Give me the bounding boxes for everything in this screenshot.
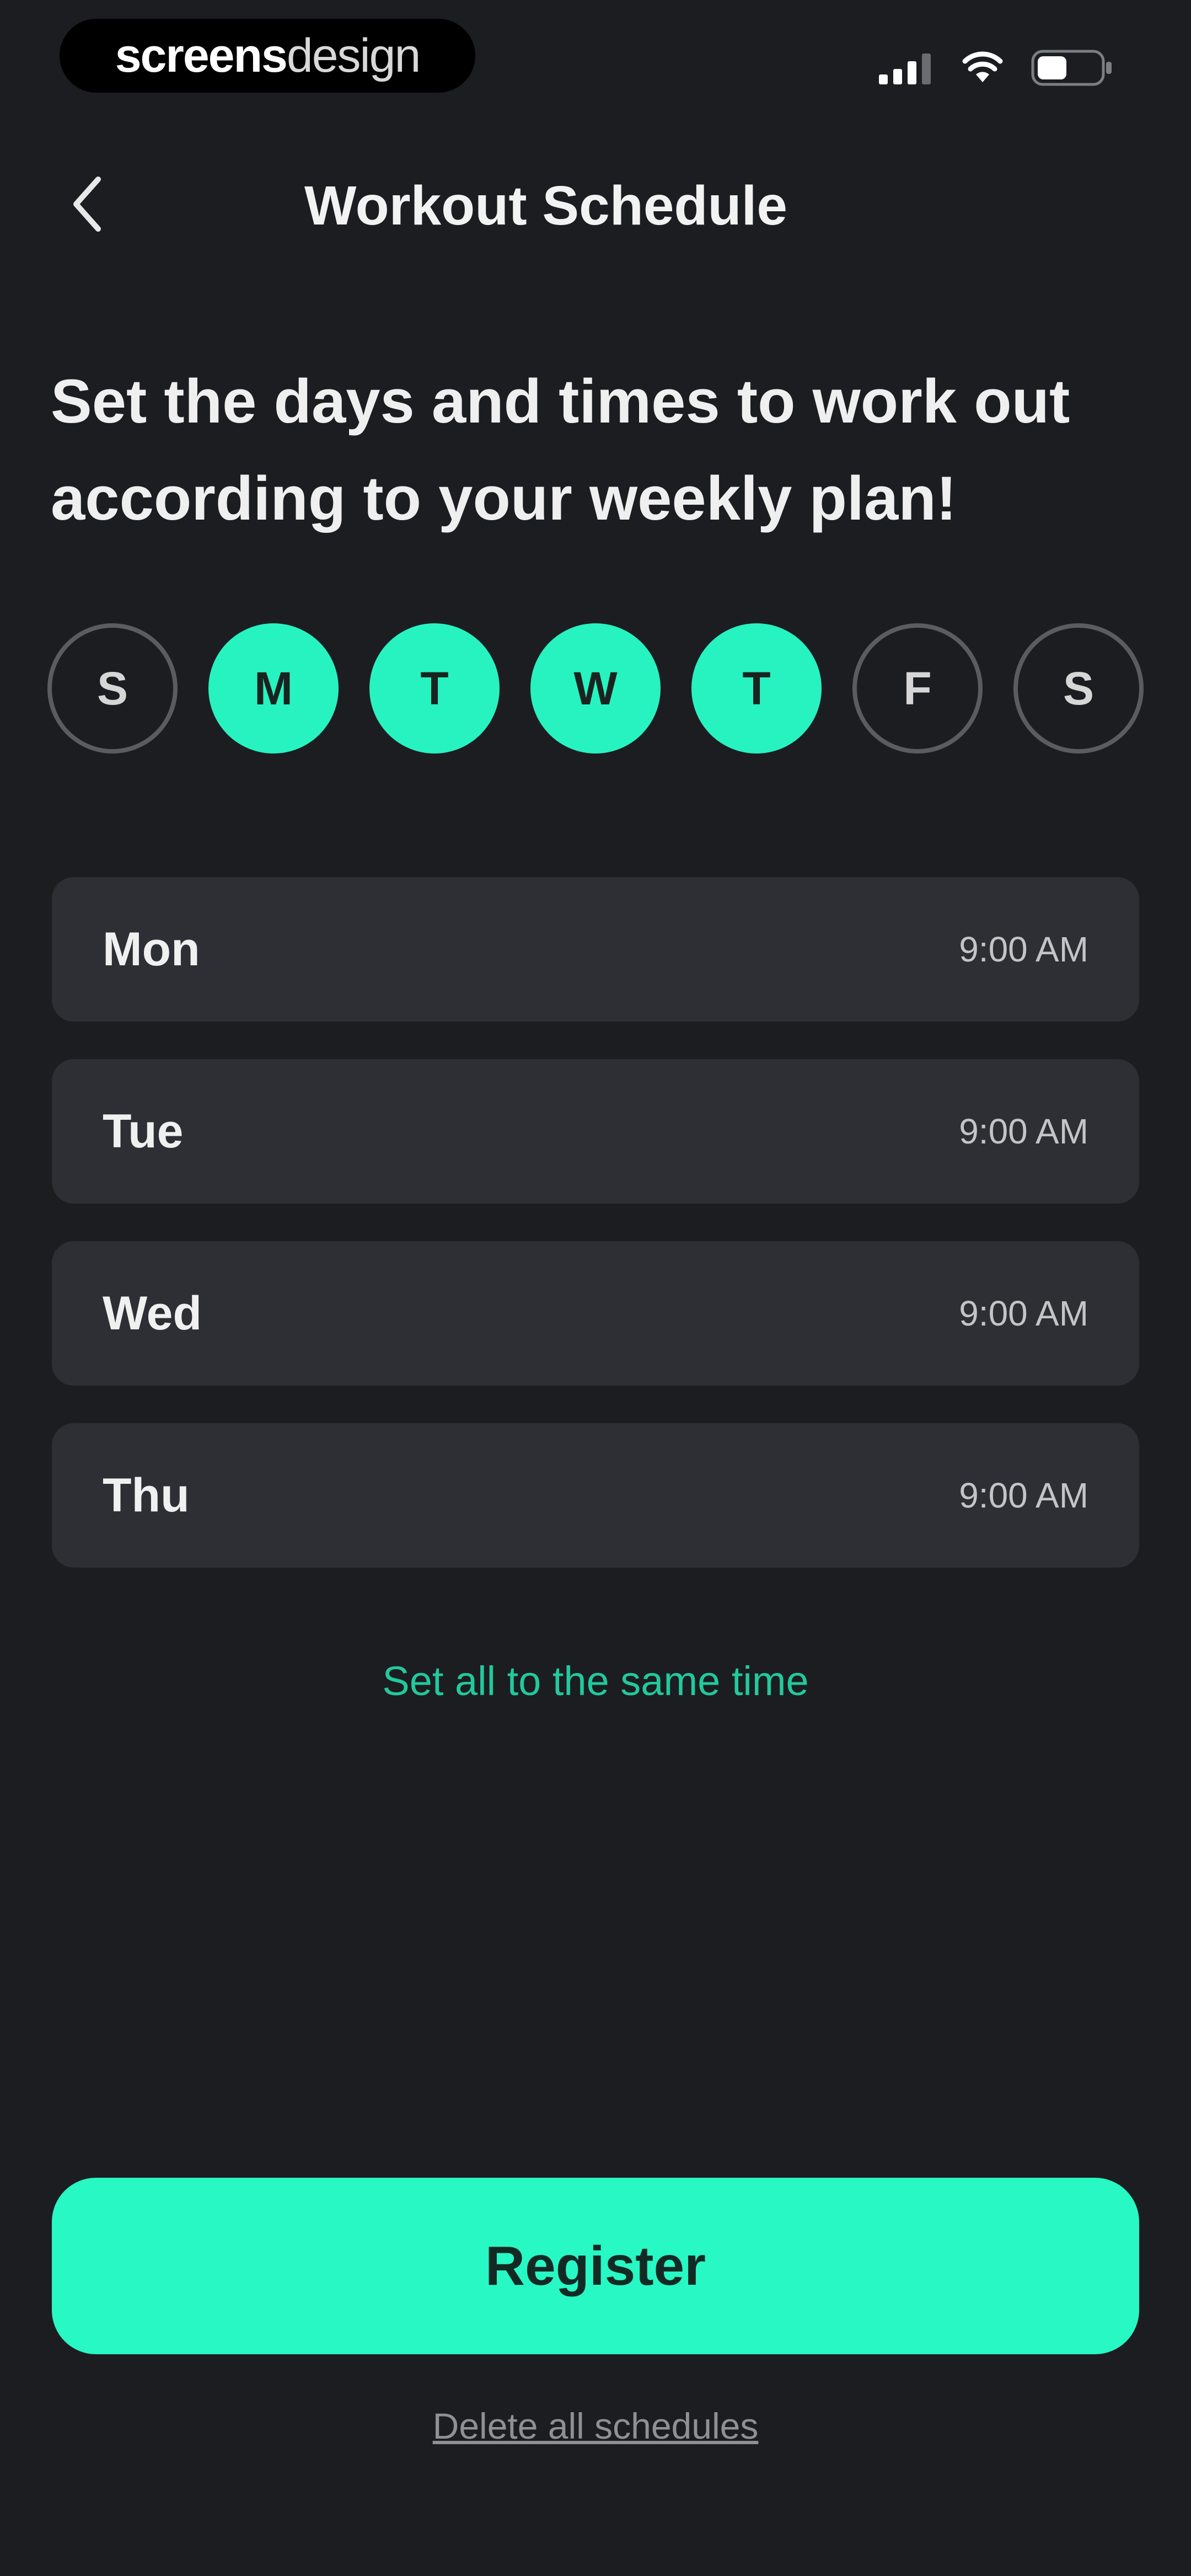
schedule-row-mon[interactable]: Mon 9:00 AM (52, 877, 1139, 1022)
brand-light-text: design (286, 29, 421, 82)
day-toggle-wednesday[interactable]: W (530, 623, 661, 753)
signal-icon (879, 54, 931, 84)
schedule-time-value: 9:00 AM (959, 1476, 1088, 1515)
set-all-same-time-link[interactable]: Set all to the same time (0, 1658, 1191, 1704)
day-toggle-thursday[interactable]: T (691, 623, 822, 753)
schedule-day-label: Mon (103, 923, 200, 976)
status-bar: screens design (0, 0, 1191, 110)
schedule-time-value: 9:00 AM (959, 1111, 1088, 1151)
battery-icon (1031, 50, 1112, 86)
schedule-row-tue[interactable]: Tue 9:00 AM (52, 1059, 1139, 1204)
schedule-day-label: Wed (103, 1287, 202, 1340)
schedule-time-value: 9:00 AM (959, 929, 1088, 969)
header: Workout Schedule (0, 154, 1191, 254)
page-title: Workout Schedule (304, 175, 788, 237)
schedule-row-wed[interactable]: Wed 9:00 AM (52, 1241, 1139, 1386)
day-toggle-sunday[interactable]: S (47, 623, 178, 753)
day-toggle-saturday[interactable]: S (1013, 623, 1144, 753)
day-toggle-monday[interactable]: M (208, 623, 339, 753)
status-icons (879, 49, 1114, 87)
wifi-icon (962, 51, 1003, 82)
register-button[interactable]: Register (52, 2178, 1139, 2354)
schedule-instructions: Set the days and times to work out accor… (51, 367, 1070, 533)
day-toggle-friday[interactable]: F (852, 623, 983, 753)
schedule-time-value: 9:00 AM (959, 1294, 1088, 1333)
brand-watermark: screens design (60, 19, 475, 93)
delete-all-schedules-link[interactable]: Delete all schedules (0, 2405, 1191, 2447)
schedule-row-thu[interactable]: Thu 9:00 AM (52, 1423, 1139, 1568)
brand-bold-text: screens (115, 29, 288, 82)
schedule-day-label: Thu (103, 1469, 190, 1522)
back-button[interactable] (55, 171, 121, 237)
day-selector: S M T W T F S (47, 623, 1150, 756)
schedule-day-label: Tue (103, 1105, 184, 1158)
chevron-left-icon (73, 177, 101, 232)
day-toggle-tuesday[interactable]: T (369, 623, 500, 753)
